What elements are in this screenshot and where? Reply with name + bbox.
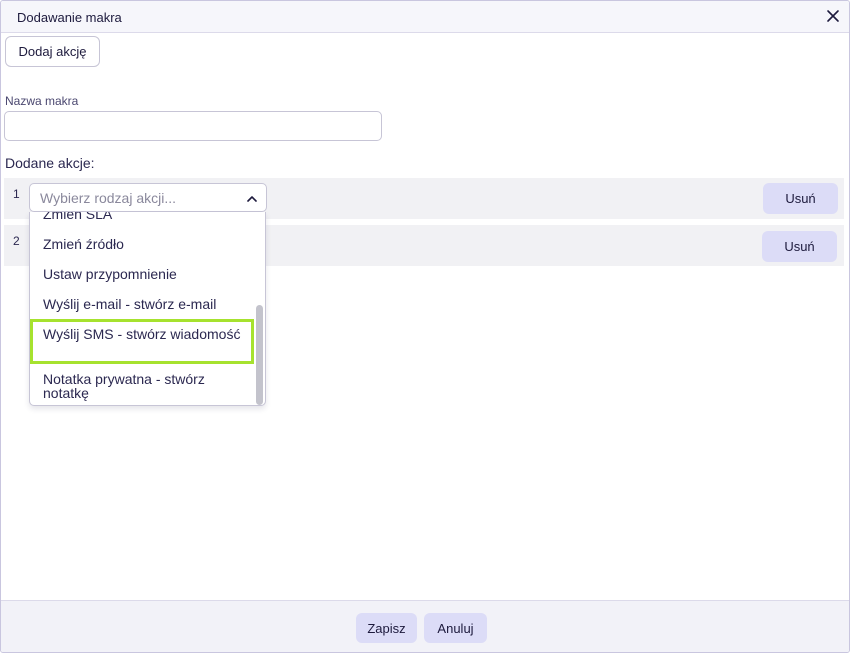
remove-action-button[interactable]: Usuń [762, 231, 837, 262]
dropdown-option[interactable]: Wyślij e-mail - stwórz e-mail [30, 297, 254, 311]
dropdown-option[interactable]: Notatka prywatna - stwórz notatkę [30, 372, 254, 400]
action-type-placeholder: Wybierz rodzaj akcji... [40, 190, 177, 206]
dialog-footer: Zapisz Anuluj [1, 600, 849, 652]
action-type-dropdown[interactable]: Zmień SLA Zmień źródło Ustaw przypomnien… [29, 212, 266, 406]
save-button[interactable]: Zapisz [356, 613, 417, 643]
action-row-number: 1 [13, 187, 20, 201]
dropdown-scrollbar-thumb[interactable] [256, 305, 263, 405]
close-icon[interactable] [823, 6, 843, 26]
macro-name-label: Nazwa makra [5, 94, 79, 108]
action-row-number: 2 [13, 234, 20, 248]
dropdown-option[interactable]: Ustaw przypomnienie [30, 267, 254, 281]
remove-action-button[interactable]: Usuń [763, 183, 838, 214]
dropdown-option[interactable]: Zmień źródło [30, 237, 254, 251]
action-type-select[interactable]: Wybierz rodzaj akcji... [29, 183, 267, 212]
dropdown-option-highlighted[interactable]: Wyślij SMS - stwórz wiadomość [30, 319, 254, 364]
dropdown-option[interactable]: Zmień SLA [30, 212, 254, 221]
dialog-titlebar: Dodawanie makra [1, 1, 849, 33]
cancel-button[interactable]: Anuluj [424, 613, 487, 643]
chevron-up-icon [246, 192, 258, 204]
added-actions-label: Dodane akcje: [5, 155, 95, 171]
dialog-title: Dodawanie makra [17, 10, 122, 25]
add-action-button[interactable]: Dodaj akcję [5, 36, 100, 67]
macro-name-input[interactable] [4, 111, 382, 141]
macro-dialog: Dodawanie makra Dodaj akcję Nazwa makra … [0, 0, 850, 653]
